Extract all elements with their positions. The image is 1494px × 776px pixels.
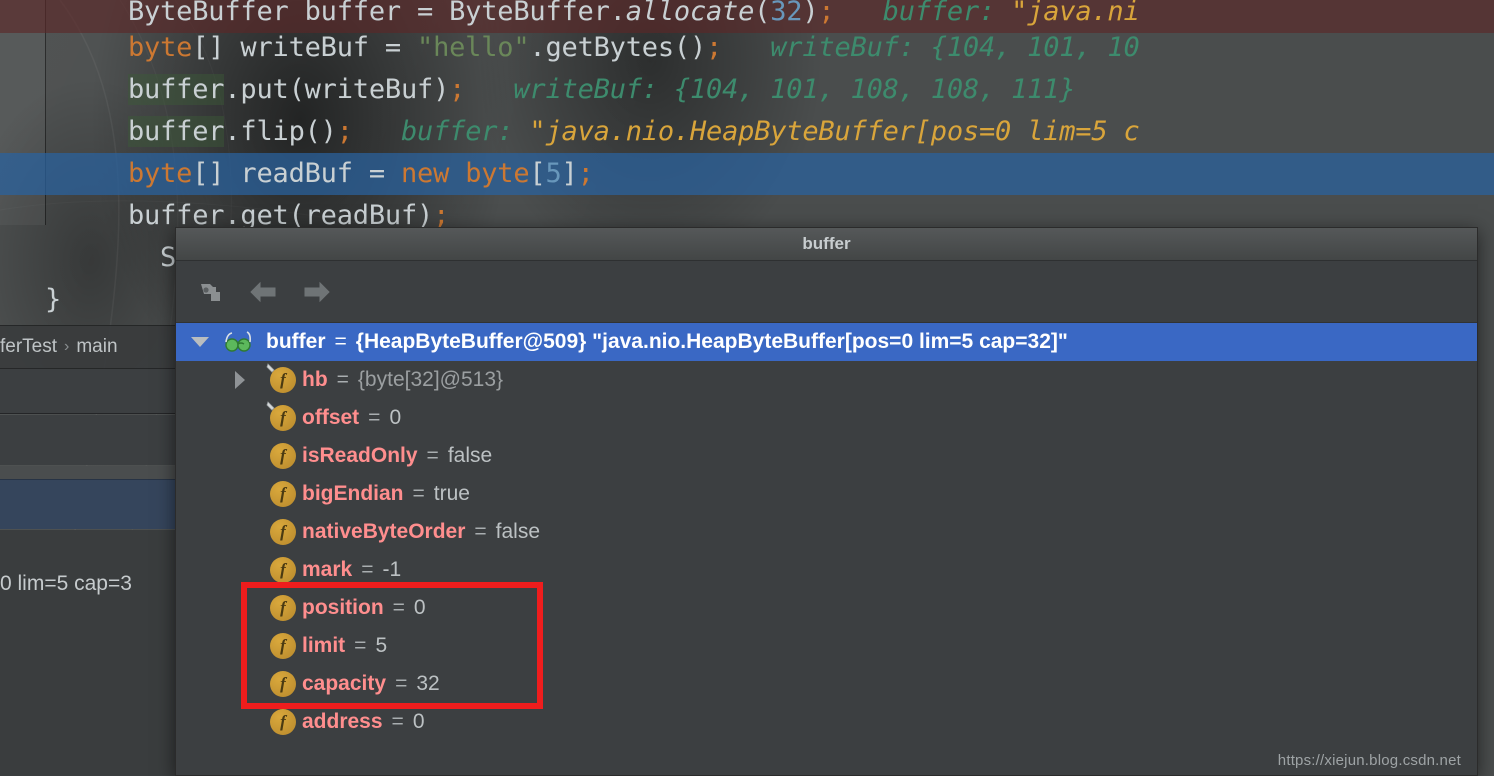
tree-row-name: position [302, 596, 384, 619]
field-icon: f [264, 671, 302, 697]
tree-row-name: isReadOnly [302, 444, 418, 467]
tree-row-limit[interactable]: f limit = 5 [176, 627, 1477, 665]
popup-title-bar[interactable]: buffer [176, 228, 1477, 261]
tree-row-address[interactable]: f address = 0 [176, 703, 1477, 741]
tree-row-value: 32 [416, 672, 440, 695]
field-icon: f [264, 595, 302, 621]
code-text: buffer.flip(); buffer: "java.nio.HeapByt… [128, 116, 1140, 147]
tree-row-name: mark [302, 558, 353, 581]
tree-row-value: true [433, 482, 470, 505]
tree-row-nativebyteorder[interactable]: f nativeByteOrder = false [176, 513, 1477, 551]
code-text: byte[] writeBuf = "hello".getBytes(); wr… [128, 32, 1140, 63]
code-text: buffer.put(writeBuf); writeBuf: {104, 10… [128, 74, 1076, 105]
code-line-readbuf-current[interactable]: byte[] readBuf = new byte[5]; [0, 153, 1494, 195]
field-icon: f [264, 709, 302, 735]
tree-row-value: 0 [412, 710, 425, 733]
left-panel-strip-1 [0, 369, 176, 414]
arrow-right-glyph [304, 281, 330, 302]
tree-row-name: capacity [302, 672, 387, 695]
arrow-left-icon[interactable] [246, 274, 282, 310]
tree-row-value: 0 [389, 406, 402, 429]
tree-row-equals: = [412, 482, 425, 505]
code-text: } [45, 284, 62, 315]
tree-row-isreadonly[interactable]: f isReadOnly = false [176, 437, 1477, 475]
watch-glasses-icon [224, 331, 254, 353]
tree-row-equals: = [426, 444, 439, 467]
tree-row-value: false [447, 444, 493, 467]
field-icon: f [264, 519, 302, 545]
tree-row-name: buffer [266, 330, 326, 353]
left-panel-strip-5 [0, 530, 176, 776]
chevron-down-icon[interactable] [176, 337, 224, 347]
left-panel-selected-row[interactable] [0, 479, 176, 529]
field-icon: f [264, 481, 302, 507]
chevron-right-icon[interactable] [216, 371, 264, 389]
tree-row-name: nativeByteOrder [302, 520, 466, 543]
tree-row-root[interactable]: buffer = {HeapByteBuffer@509} "java.nio.… [176, 323, 1477, 361]
tree-row-equals: = [361, 558, 374, 581]
tree-row-equals: = [336, 368, 349, 391]
tree-row-name: hb [302, 368, 328, 391]
watermark-text: https://xiejun.blog.csdn.net [1277, 752, 1461, 769]
tree-row-name: bigEndian [302, 482, 404, 505]
tree-row-mark[interactable]: f mark = -1 [176, 551, 1477, 589]
tree-row-equals: = [474, 520, 487, 543]
tree-row-value: {byte[32]@513} [357, 368, 504, 391]
tree-row-name: address [302, 710, 383, 733]
tree-row-bigendian[interactable]: f bigEndian = true [176, 475, 1477, 513]
tree-row-name: limit [302, 634, 346, 657]
field-final-icon: f [264, 363, 302, 393]
left-panel-strip-2 [0, 415, 176, 465]
left-panel-strip-3 [0, 466, 176, 479]
popup-title-text: buffer [802, 234, 851, 253]
screen-root: ByteBuffer buffer = ByteBuffer.allocate(… [0, 0, 1494, 776]
arrow-left-glyph [250, 281, 276, 302]
tree-row-value: false [495, 520, 541, 543]
chevron-right-icon: › [64, 338, 70, 355]
copy-value-icon[interactable] [194, 274, 230, 310]
code-line-put[interactable]: buffer.put(writeBuf); writeBuf: {104, 10… [0, 69, 1494, 111]
field-icon: f [264, 633, 302, 659]
tree-row-name: offset [302, 406, 360, 429]
watch-glasses-glyph [225, 331, 251, 352]
field-final-icon: f [264, 401, 302, 431]
tree-row-value: {HeapByteBuffer@509} "java.nio.HeapByteB… [355, 330, 1068, 353]
tree-row-value: 0 [413, 596, 426, 619]
tree-row-value: 5 [375, 634, 388, 657]
tree-row-equals: = [354, 634, 367, 657]
final-pin-glyph [266, 401, 275, 411]
copy-value-glyph [201, 283, 220, 301]
code-line-writebuf[interactable]: byte[] writeBuf = "hello".getBytes(); wr… [0, 27, 1494, 69]
final-pin-glyph [266, 363, 275, 373]
tree-row-equals: = [395, 672, 408, 695]
variables-tree[interactable]: buffer = {HeapByteBuffer@509} "java.nio.… [176, 323, 1477, 775]
tree-row-equals: = [334, 330, 347, 353]
inspect-value-popup[interactable]: buffer buffer = {HeapByteBuffer@509} "ja… [175, 227, 1478, 776]
breadcrumb-item-0[interactable]: ferTest [0, 336, 57, 358]
arrow-right-icon[interactable] [298, 274, 334, 310]
tree-row-value: -1 [382, 558, 402, 581]
breadcrumb[interactable]: ferTest › main [0, 325, 176, 369]
field-icon: f [264, 443, 302, 469]
tree-row-hb[interactable]: f hb = {byte[32]@513} [176, 361, 1477, 399]
field-icon: f [264, 557, 302, 583]
tree-row-offset[interactable]: f offset = 0 [176, 399, 1477, 437]
breadcrumb-item-1[interactable]: main [76, 336, 117, 358]
popup-toolbar[interactable] [176, 261, 1477, 323]
tree-row-equals: = [368, 406, 381, 429]
tree-row-position[interactable]: f position = 0 [176, 589, 1477, 627]
tree-row-capacity[interactable]: f capacity = 32 [176, 665, 1477, 703]
code-text: byte[] readBuf = new byte[5]; [128, 158, 594, 189]
tree-row-equals: = [392, 596, 405, 619]
code-line-flip[interactable]: buffer.flip(); buffer: "java.nio.HeapByt… [0, 111, 1494, 153]
left-panel-value-fragment: 0 lim=5 cap=3 [0, 572, 132, 595]
tree-row-equals: = [391, 710, 404, 733]
